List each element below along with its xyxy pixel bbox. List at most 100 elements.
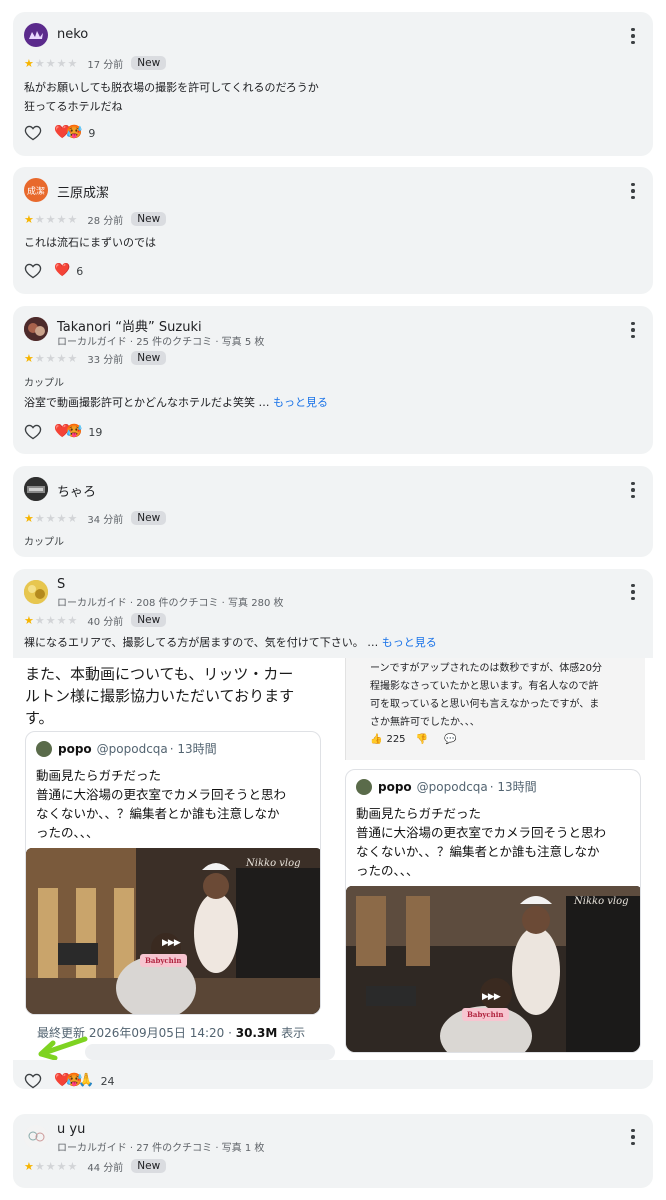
thumbs-up-icon[interactable]: 👍	[370, 734, 382, 745]
reviewer-name[interactable]: neko	[57, 27, 88, 42]
hot-face-emoji: 🥵	[66, 125, 83, 140]
more-options-icon[interactable]	[625, 1127, 641, 1147]
photo-caption-line: また、本動画についても、リッツ・カー	[25, 665, 294, 683]
new-badge: New	[131, 56, 167, 70]
more-options-icon[interactable]	[625, 320, 641, 340]
read-more-link[interactable]: もっと見る	[382, 636, 437, 649]
photo-caption-line: ルトン様に撮影協力いただいております	[25, 687, 295, 705]
tweet-header: popo @popodcqa · 13時間	[36, 740, 217, 757]
tweet-text-line: ったの、、、	[36, 825, 99, 840]
avatar[interactable]	[24, 580, 48, 604]
rating-row: ★ ★ ★ ★ ★ 17 分前 New	[24, 56, 167, 71]
play-icon[interactable]: ▶▶▶	[482, 992, 501, 1002]
reaction-row: ❤️ 🥵 9	[24, 123, 95, 143]
more-options-icon[interactable]	[625, 26, 641, 46]
comment-icon[interactable]: 💬	[444, 734, 456, 745]
pray-emoji: 🙏	[78, 1073, 95, 1088]
tweet-text-line: 普通に大浴場の更衣室でカメラ回そうと思わ	[36, 787, 287, 802]
play-icon[interactable]: ▶▶▶	[162, 938, 181, 948]
review-text-content: 浴室で動画撮影許可とかどんなホテルだよ笑笑 …	[24, 396, 270, 409]
hot-face-emoji: 🥵	[66, 424, 83, 439]
review-text-line: 私がお願いしても脱衣場の撮影を許可してくれるのだろうか	[24, 81, 319, 94]
review-time: 17 分前	[87, 59, 124, 71]
reaction-count: 24	[100, 1074, 115, 1088]
reaction-emojis: ❤️ 🥵 🙏	[54, 1074, 95, 1088]
star-rating: ★ ★ ★ ★ ★	[24, 212, 78, 226]
new-badge: New	[131, 351, 167, 365]
tweet-time: · 13時間	[489, 780, 537, 794]
reaction-emojis: ❤️	[54, 264, 70, 278]
avatar[interactable]: 成潔	[24, 178, 48, 202]
review-time: 28 分前	[87, 215, 124, 227]
avatar[interactable]	[24, 1125, 48, 1149]
attached-photos[interactable]: また、本動画についても、リッツ・カー ルトン様に撮影協力いただいております す。…	[13, 658, 653, 1060]
reviewer-name[interactable]: ちゃろ	[57, 481, 96, 500]
like-count: 225	[386, 734, 406, 745]
avatar[interactable]	[24, 317, 48, 341]
review-time: 44 分前	[87, 1162, 124, 1174]
review-text-line: これは流石にまずいのでは	[24, 236, 156, 249]
panel-text: ーンですがアップされたのは数秒ですが、体感20分 程撮影なさっていたかと思います…	[370, 660, 602, 732]
reaction-emojis: ❤️ 🥵	[54, 126, 82, 140]
tweet-text-line: なくないか、、？編集者とか誰も注意しなか	[36, 806, 280, 821]
review-card: Takanori “尚典” Suzuki ローカルガイド · 25 件のクチコミ…	[13, 306, 653, 454]
reaction-emojis: ❤️ 🥵	[54, 425, 82, 439]
review-card: 成潔 三原成潔 ★ ★ ★ ★ ★ 28 分前 New これは流石にまずいのでは ❤️ …	[13, 167, 653, 294]
video-watermark: Nikko vlog	[246, 858, 301, 869]
rating-row: ★ ★ ★ ★ ★ 44 分前 New	[24, 1159, 167, 1174]
rating-row: ★ ★ ★ ★ ★ 28 分前 New	[24, 212, 167, 227]
avatar[interactable]	[24, 477, 48, 501]
like-heart-icon[interactable]	[24, 424, 42, 440]
read-more-link[interactable]: もっと見る	[273, 396, 328, 409]
more-options-icon[interactable]	[625, 181, 641, 201]
star-rating: ★ ★ ★ ★ ★	[24, 511, 78, 525]
like-heart-icon[interactable]	[24, 125, 42, 141]
review-text: 裸になるエリアで、撮影してる方が居ますので、気を付けて下さい。 … もっと見る	[24, 633, 437, 652]
reviewer-name[interactable]: 三原成潔	[57, 182, 109, 201]
reaction-count: 9	[88, 126, 96, 140]
heart-emoji: ❤️	[54, 263, 71, 278]
review-text-content: 裸になるエリアで、撮影してる方が居ますので、気を付けて下さい。 …	[24, 636, 379, 649]
tweet-text-line: 動画見たらガチだった	[356, 806, 482, 821]
rating-row: ★ ★ ★ ★ ★ 33 分前 New	[24, 351, 167, 366]
rating-row: ★ ★ ★ ★ ★ 40 分前 New	[24, 613, 167, 628]
arrow-icon	[38, 1036, 88, 1060]
review-card: u yu ローカルガイド · 27 件のクチコミ · 写真 1 枚 ★ ★ ★ ★ ★ …	[13, 1114, 653, 1188]
panel-text-line: 可を取っていると思い何も言えなかったですが、ま	[370, 699, 600, 710]
reviewer-subtitle: ローカルガイド · 27 件のクチコミ · 写真 1 枚	[57, 1143, 265, 1154]
thumbs-down-icon[interactable]: 👎	[416, 734, 428, 745]
new-badge: New	[131, 1159, 167, 1173]
avatar[interactable]	[24, 23, 48, 47]
panel-actions: 👍 225 👎 💬	[370, 734, 456, 745]
more-options-icon[interactable]	[625, 480, 641, 500]
reviews-page: neko ★ ★ ★ ★ ★ 17 分前 New 私がお願いしても脱衣場の撮影を許可して…	[0, 0, 666, 1200]
caption-sticker: Babychin	[462, 1008, 509, 1021]
star-rating: ★ ★ ★ ★ ★	[24, 351, 78, 365]
video-thumbnail[interactable]: Nikko vlog Babychin ▶▶▶	[346, 886, 640, 1052]
review-text: 浴室で動画撮影許可とかどんなホテルだよ笑笑 … もっと見る	[24, 393, 328, 412]
tweet-header: popo @popodcqa · 13時間	[356, 778, 537, 795]
view-count: 30.3M	[235, 1026, 278, 1040]
quoted-tweet: popo @popodcqa · 13時間 動画見たらガチだった 普通に大浴場の…	[345, 769, 641, 1053]
new-badge: New	[131, 212, 167, 226]
tweet-text-line: 普通に大浴場の更衣室でカメラ回そうと思わ	[356, 825, 607, 840]
reaction-row: ❤️ 🥵 🙏 24	[24, 1071, 115, 1091]
video-watermark: Nikko vlog	[574, 896, 629, 907]
quoted-review-panel: ーンですがアップされたのは数秒ですが、体感20分 程撮影なさっていたかと思います…	[345, 658, 645, 760]
panel-text-line: ーンですがアップされたのは数秒ですが、体感20分	[370, 663, 603, 674]
reaction-row: ❤️ 🥵 19	[24, 422, 102, 442]
photo-left[interactable]: また、本動画についても、リッツ・カー ルトン様に撮影協力いただいております す。…	[25, 658, 335, 1060]
star-rating: ★ ★ ★ ★ ★	[24, 613, 78, 627]
review-card: ちゃろ ★ ★ ★ ★ ★ 34 分前 New カップル	[13, 466, 653, 557]
rating-row: ★ ★ ★ ★ ★ 34 分前 New	[24, 511, 167, 526]
video-thumbnail[interactable]: Nikko vlog Babychin ▶▶▶	[26, 848, 320, 1014]
panel-text-line: 程撮影なさっていたかと思います。有名人なので許	[370, 681, 599, 692]
more-options-icon[interactable]	[625, 582, 641, 602]
tweet-text-line: 動画見たらガチだった	[36, 768, 162, 783]
reviewer-name[interactable]: u yu	[57, 1122, 85, 1137]
reviewer-name[interactable]: S	[57, 577, 65, 592]
like-heart-icon[interactable]	[24, 263, 42, 279]
reaction-count: 6	[76, 264, 84, 278]
avatar	[356, 778, 372, 795]
like-heart-icon[interactable]	[24, 1073, 42, 1089]
